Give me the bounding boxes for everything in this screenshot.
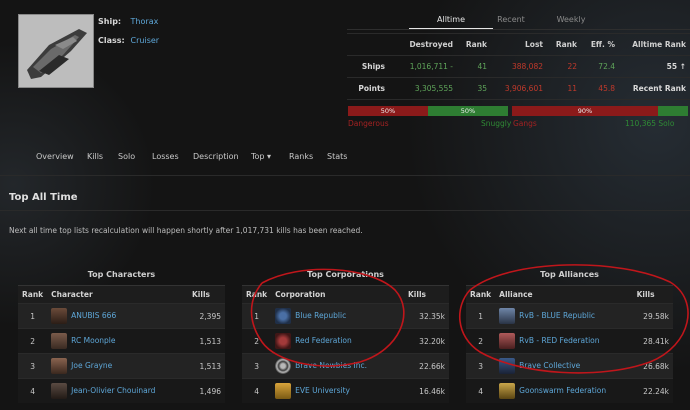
annotation-circle-alliances	[459, 264, 689, 374]
page: Ship: Thorax Class: Cruiser Alltime Rece…	[0, 0, 690, 410]
annotation-overlay	[250, 264, 689, 374]
annotation-circle-corporations	[250, 268, 405, 367]
